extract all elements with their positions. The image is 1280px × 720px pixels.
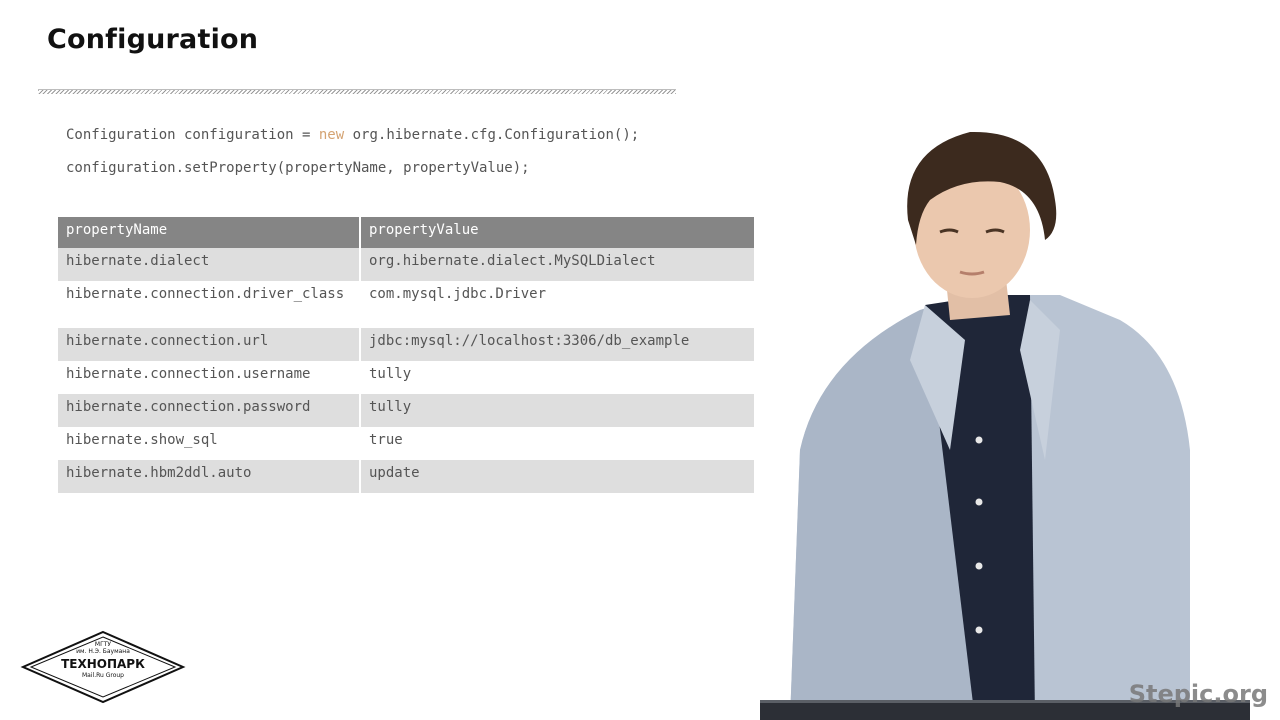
logo-university-name: им. Н.Э. Баумана (76, 648, 130, 655)
code-line-set-property: configuration.setProperty(propertyName, … (66, 160, 530, 176)
property-value-cell: true (369, 432, 403, 448)
slide-title: Configuration (47, 24, 259, 55)
table-row: hibernate.connection.username tully (58, 361, 754, 394)
property-name-text: hibernate.connection.driver_class (66, 286, 345, 302)
property-value-cell: com.mysql.jdbc.Driver (369, 286, 547, 302)
code-line-configuration: Configuration configuration = new org.hi… (66, 127, 639, 143)
property-name-cell: hibernate.dialect (58, 248, 361, 281)
property-name-cell: hibernate.show_sql (58, 427, 361, 460)
property-name-cell: hibernate.connection.url (58, 328, 361, 361)
property-value-cell: org.hibernate.dialect.MySQLDialect (361, 248, 754, 281)
property-name-cell: hibernate.hbm2ddl.auto (58, 460, 361, 493)
technopark-logo: МГТУ им. Н.Э. Баумана ТЕХНОПАРК Mail.Ru … (20, 630, 186, 704)
logo-university: МГТУ (94, 641, 112, 648)
table-row: hibernate.hbm2ddl.auto update (58, 460, 754, 493)
presenter-video (550, 120, 1280, 720)
header-property-name: propertyName (58, 217, 361, 248)
code-text: org.hibernate.cfg.Configuration(); (344, 127, 640, 143)
property-value-cell: tully (361, 394, 754, 427)
property-name-cell: hibernate.connection.username (58, 361, 361, 394)
property-name-cell: hibernate.connection.password (58, 394, 361, 427)
code-text: Configuration configuration = (66, 127, 319, 143)
logo-partner: Mail.Ru Group (82, 672, 124, 679)
property-value-cell: update (361, 460, 754, 493)
property-value-cell: tully (369, 366, 412, 382)
table-row: hibernate.dialect org.hibernate.dialect.… (58, 248, 754, 281)
table-row: hibernate.connection.url jdbc:mysql://lo… (58, 328, 754, 361)
header-property-value: propertyValue (361, 217, 754, 248)
title-divider (38, 89, 676, 94)
code-keyword-new: new (318, 127, 345, 143)
table-row: hibernate.connection.password tully (58, 394, 754, 427)
table-row: hibernate.connection.driver_class com.my… (58, 281, 754, 328)
presenter-figure (550, 131, 1250, 720)
table-row: hibernate.show_sql true (58, 427, 754, 460)
stepic-watermark: Stepic.org (1128, 680, 1268, 708)
table-header-row: propertyName propertyValue (58, 217, 754, 248)
properties-table: propertyName propertyValue hibernate.dia… (58, 217, 754, 493)
property-value-cell: jdbc:mysql://localhost:3306/db_example (361, 328, 754, 361)
property-name-cell: hibernate.connection.driver_class (58, 281, 361, 328)
logo-name: ТЕХНОПАРК (61, 657, 145, 671)
